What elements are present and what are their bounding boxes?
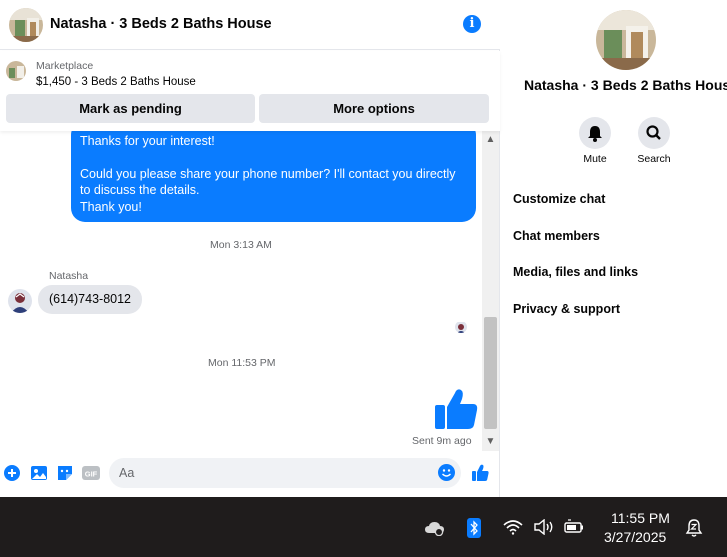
message-scrollbar[interactable]: ▲ ▼ (482, 131, 499, 451)
customize-chat-item[interactable]: Customize chat (513, 192, 605, 206)
bluetooth-icon[interactable] (467, 518, 481, 543)
marketplace-label: Marketplace (36, 60, 94, 72)
scroll-down-icon[interactable]: ▼ (482, 435, 499, 449)
message-list: Thanks for your interest! Could you plea… (0, 131, 500, 451)
composer: GIF Aa (0, 455, 500, 491)
search-label: Search (637, 153, 671, 165)
mark-as-pending-button[interactable]: Mark as pending (6, 94, 255, 123)
clock-time[interactable]: 11:55 PM (611, 510, 670, 526)
mute-label: Mute (583, 153, 607, 165)
listing-avatar-large[interactable] (596, 10, 656, 70)
gif-icon[interactable]: GIF (82, 464, 100, 482)
contact-avatar[interactable] (8, 289, 32, 313)
media-files-links-item[interactable]: Media, files and links (513, 265, 638, 279)
search-button[interactable]: Search (634, 117, 674, 165)
cloud-icon[interactable] (424, 520, 446, 541)
privacy-support-item[interactable]: Privacy & support (513, 302, 620, 316)
info-icon[interactable]: i (463, 15, 481, 33)
mute-button[interactable]: Mute (575, 117, 615, 165)
gif-label: GIF (85, 470, 98, 479)
screen: Natasha · 3 Beds 2 Baths House i Marketp… (0, 0, 727, 557)
outgoing-message[interactable]: Thanks for your interest! Could you plea… (71, 131, 476, 222)
message-input-placeholder: Aa (119, 466, 135, 480)
sent-status: Sent 9m ago (412, 435, 472, 447)
mute-circle (579, 117, 611, 149)
image-icon[interactable] (30, 464, 48, 482)
chat-members-item[interactable]: Chat members (513, 229, 600, 243)
seen-indicator-avatar (455, 321, 467, 333)
bell-icon (588, 126, 602, 142)
taskbar: 11:55 PM 3/27/2025 (0, 497, 727, 557)
search-icon (646, 125, 661, 140)
scrollbar-thumb[interactable] (484, 317, 497, 429)
listing-price-title[interactable]: $1,450 - 3 Beds 2 Baths House (36, 76, 196, 88)
more-options-button[interactable]: More options (259, 94, 489, 123)
listing-avatar[interactable] (9, 8, 43, 42)
clock-date[interactable]: 3/27/2025 (604, 529, 666, 545)
emoji-icon[interactable] (438, 464, 455, 481)
message-line: Could you please share your phone number… (80, 166, 456, 214)
battery-icon[interactable] (563, 519, 585, 540)
message-input[interactable]: Aa (109, 458, 461, 488)
conversation-name: Natasha · 3 Beds 2 Baths House (524, 77, 727, 93)
scroll-up-icon[interactable]: ▲ (482, 133, 499, 147)
chat-header: Natasha · 3 Beds 2 Baths House i (0, 0, 500, 50)
incoming-message[interactable]: (614)743-8012 (38, 285, 143, 314)
volume-icon[interactable] (533, 518, 555, 540)
marketplace-bar: Marketplace $1,450 - 3 Beds 2 Baths Hous… (0, 51, 500, 131)
chat-panel: Natasha · 3 Beds 2 Baths House i Marketp… (0, 0, 500, 497)
conversation-info-panel: Natasha · 3 Beds 2 Baths House Mute Sear… (501, 0, 727, 497)
like-send-icon[interactable] (471, 464, 489, 482)
timestamp-separator: Mon 3:13 AM (210, 239, 272, 251)
like-icon[interactable] (433, 387, 479, 431)
timestamp-separator: Mon 11:53 PM (208, 357, 276, 369)
search-circle (638, 117, 670, 149)
listing-thumbnail[interactable] (6, 61, 26, 81)
plus-icon[interactable] (3, 464, 21, 482)
message-line: Thanks for your interest! (80, 134, 215, 148)
sender-name: Natasha (49, 270, 89, 282)
notification-icon[interactable] (685, 518, 703, 543)
wifi-icon[interactable] (503, 519, 523, 540)
chat-title[interactable]: Natasha · 3 Beds 2 Baths House (50, 16, 272, 32)
sticker-icon[interactable] (56, 464, 74, 482)
